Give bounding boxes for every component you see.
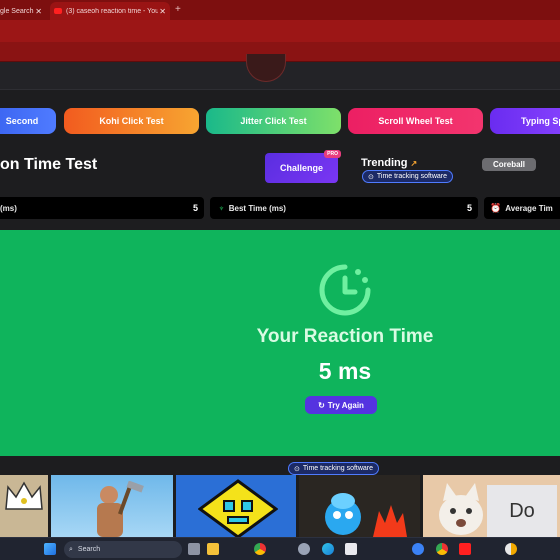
tab-close-icon[interactable]: ✕: [159, 7, 166, 16]
windows-start-icon[interactable]: [44, 543, 56, 555]
page-title: on Time Test: [0, 156, 98, 173]
tab-google-search[interactable]: gle Search ✕: [0, 2, 48, 20]
refresh-icon: ↻: [318, 400, 325, 410]
result-value: 5 ms: [318, 358, 372, 384]
crown-icon: [5, 481, 43, 510]
chrome-icon-2[interactable]: [436, 543, 448, 555]
edge-icon[interactable]: [322, 543, 334, 555]
chrome-canary-icon[interactable]: [505, 543, 517, 555]
clock-icon: ⊙: [368, 173, 374, 181]
stat-value: 5: [192, 203, 198, 213]
game-thumbnail[interactable]: [51, 475, 173, 537]
address-bar[interactable]: [0, 20, 560, 42]
coreball-link[interactable]: Coreball: [482, 158, 536, 171]
screen: gle Search ✕ (3) caseoh reaction time - …: [0, 0, 560, 560]
nav-pill-jitter-click[interactable]: Jitter Click Test: [206, 108, 341, 134]
trending-heading: Trending ↗: [361, 157, 417, 169]
challenge-button[interactable]: Challenge PRO: [265, 150, 341, 183]
new-tab-icon[interactable]: +: [175, 4, 181, 15]
challenge-label: Challenge: [279, 163, 323, 173]
nav-pill-kohi-click[interactable]: Kohi Click Test: [64, 108, 199, 134]
stat-last-time: (ms) 5: [0, 197, 204, 219]
trending-icon: ↗: [410, 158, 418, 168]
time-chip-label: Time tracking software: [376, 173, 448, 180]
ad-strip: [0, 456, 560, 476]
tab-close-icon[interactable]: ✕: [35, 7, 42, 16]
bottom-chip-label: Time tracking software: [302, 465, 374, 472]
game-thumbnail[interactable]: [176, 475, 296, 537]
geometry-dash-image: [198, 479, 278, 537]
chrome-profile-icon[interactable]: [412, 543, 424, 555]
result-heading: Your Reaction Time: [256, 326, 434, 347]
try-again-label: Try Again: [327, 400, 364, 410]
task-view-icon[interactable]: [188, 543, 200, 555]
time-tracking-link[interactable]: ⊙ Time tracking software: [362, 170, 454, 183]
trophy-icon: ♆: [218, 203, 225, 213]
timer-icon: [319, 264, 371, 316]
taskbar-search-label: Search: [77, 546, 101, 553]
fireboy-watergirl-image: [325, 493, 407, 537]
hammer-man-image: [97, 481, 144, 537]
stat-value: 5: [466, 203, 472, 213]
taskbar-search[interactable]: ⌕ Search: [64, 541, 182, 558]
steam-icon[interactable]: [298, 543, 310, 555]
game-thumbnail[interactable]: Do: [423, 475, 560, 537]
thumbnail-text: Do: [487, 485, 557, 537]
file-explorer-icon[interactable]: [207, 543, 219, 555]
try-again-button[interactable]: ↻ Try Again: [305, 396, 377, 414]
stat-average-time: ⏰ Average Tim: [484, 197, 560, 219]
time-tracking-ad-link[interactable]: ⊙ Time tracking software: [288, 462, 380, 475]
tab-youtube[interactable]: (3) caseoh reaction time - YouTu ✕: [50, 2, 170, 20]
pro-badge: PRO: [324, 150, 341, 158]
stat-label: Best Time (ms): [228, 203, 286, 213]
os-taskbar: ⌕ Search: [0, 537, 560, 560]
youtube-icon: [54, 8, 62, 14]
game-thumbnail[interactable]: [299, 475, 420, 537]
game-thumbnail[interactable]: [0, 475, 48, 537]
tab-label: gle Search: [0, 7, 34, 15]
stat-label: (ms): [0, 203, 17, 213]
nav-pill-typing[interactable]: Typing Sp: [490, 108, 560, 134]
capcut-icon[interactable]: [345, 543, 357, 555]
browser-tabstrip: gle Search ✕ (3) caseoh reaction time - …: [0, 0, 560, 20]
nav-pill-scroll-wheel[interactable]: Scroll Wheel Test: [348, 108, 483, 134]
stat-label: Average Tim: [505, 203, 553, 213]
tab-label: (3) caseoh reaction time - YouTu: [66, 7, 158, 15]
youtube-app-icon[interactable]: [459, 543, 471, 555]
search-icon: ⌕: [69, 545, 73, 553]
chrome-icon[interactable]: [254, 543, 266, 555]
alarm-clock-icon: ⏰: [490, 202, 502, 213]
nav-pill-second[interactable]: Second: [0, 108, 56, 134]
stat-best-time: ♆ Best Time (ms) 5: [210, 197, 478, 219]
trending-label: Trending: [361, 157, 408, 169]
clock-icon: ⊙: [294, 465, 300, 473]
